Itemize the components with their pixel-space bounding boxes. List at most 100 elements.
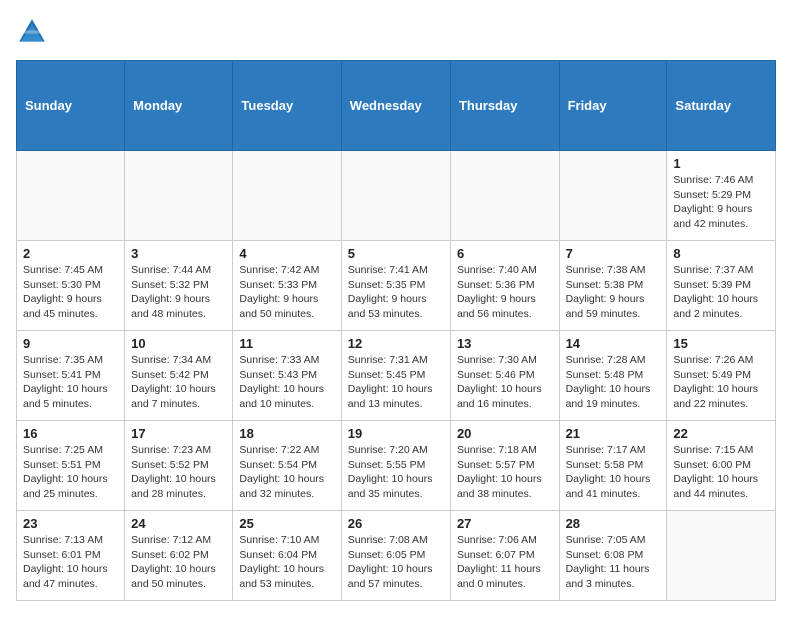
day-info: Sunrise: 7:35 AM Sunset: 5:41 PM Dayligh… xyxy=(23,353,118,412)
day-number: 23 xyxy=(23,516,118,531)
day-info: Sunrise: 7:05 AM Sunset: 6:08 PM Dayligh… xyxy=(566,533,661,592)
calendar-cell: 13 Sunrise: 7:30 AM Sunset: 5:46 PM Dayli… xyxy=(450,331,559,421)
calendar-cell: 12 Sunrise: 7:31 AM Sunset: 5:45 PM Dayli… xyxy=(341,331,450,421)
day-info: Sunrise: 7:28 AM Sunset: 5:48 PM Dayligh… xyxy=(566,353,661,412)
day-info: Sunrise: 7:20 AM Sunset: 5:55 PM Dayligh… xyxy=(348,443,444,502)
day-number: 26 xyxy=(348,516,444,531)
day-info: Sunrise: 7:42 AM Sunset: 5:33 PM Dayligh… xyxy=(239,263,334,322)
weekday-header: Thursday xyxy=(450,61,559,151)
calendar-cell: 26 Sunrise: 7:08 AM Sunset: 6:05 PM Dayli… xyxy=(341,511,450,601)
calendar-week-row: 9 Sunrise: 7:35 AM Sunset: 5:41 PM Daylig… xyxy=(17,331,776,421)
day-number: 20 xyxy=(457,426,553,441)
calendar-cell: 5 Sunrise: 7:41 AM Sunset: 5:35 PM Daylig… xyxy=(341,241,450,331)
calendar-cell: 15 Sunrise: 7:26 AM Sunset: 5:49 PM Dayli… xyxy=(667,331,776,421)
day-number: 9 xyxy=(23,336,118,351)
calendar-week-row: 2 Sunrise: 7:45 AM Sunset: 5:30 PM Daylig… xyxy=(17,241,776,331)
calendar-cell xyxy=(559,151,667,241)
calendar-cell: 11 Sunrise: 7:33 AM Sunset: 5:43 PM Dayli… xyxy=(233,331,341,421)
day-number: 12 xyxy=(348,336,444,351)
day-number: 5 xyxy=(348,246,444,261)
page-header xyxy=(16,16,776,48)
calendar-cell: 10Sunrise: 7:34 AM Sunset: 5:42 PM Dayli… xyxy=(125,331,233,421)
day-info: Sunrise: 7:26 AM Sunset: 5:49 PM Dayligh… xyxy=(673,353,769,412)
calendar-table: SundayMondayTuesdayWednesdayThursdayFrid… xyxy=(16,60,776,601)
day-info: Sunrise: 7:06 AM Sunset: 6:07 PM Dayligh… xyxy=(457,533,553,592)
day-number: 8 xyxy=(673,246,769,261)
calendar-cell: 24 Sunrise: 7:12 AM Sunset: 6:02 PM Dayli… xyxy=(125,511,233,601)
day-number: 7 xyxy=(566,246,661,261)
day-info: Sunrise: 7:10 AM Sunset: 6:04 PM Dayligh… xyxy=(239,533,334,592)
day-info: Sunrise: 7:46 AM Sunset: 5:29 PM Dayligh… xyxy=(673,173,769,232)
weekday-header: Friday xyxy=(559,61,667,151)
calendar-cell xyxy=(233,151,341,241)
logo-icon xyxy=(16,16,48,48)
weekday-header: Monday xyxy=(125,61,233,151)
day-number: 1 xyxy=(673,156,769,171)
day-number: 28 xyxy=(566,516,661,531)
calendar-week-row: 1 Sunrise: 7:46 AM Sunset: 5:29 PM Daylig… xyxy=(17,151,776,241)
calendar-cell xyxy=(17,151,125,241)
calendar-cell: 27 Sunrise: 7:06 AM Sunset: 6:07 PM Dayli… xyxy=(450,511,559,601)
calendar-cell: 14 Sunrise: 7:28 AM Sunset: 5:48 PM Dayli… xyxy=(559,331,667,421)
day-info: Sunrise: 7:38 AM Sunset: 5:38 PM Dayligh… xyxy=(566,263,661,322)
day-number: 18 xyxy=(239,426,334,441)
weekday-header: Saturday xyxy=(667,61,776,151)
calendar-cell: 3 Sunrise: 7:44 AM Sunset: 5:32 PM Daylig… xyxy=(125,241,233,331)
day-number: 2 xyxy=(23,246,118,261)
calendar-cell: 25 Sunrise: 7:10 AM Sunset: 6:04 PM Dayli… xyxy=(233,511,341,601)
day-info: Sunrise: 7:13 AM Sunset: 6:01 PM Dayligh… xyxy=(23,533,118,592)
calendar-cell xyxy=(450,151,559,241)
day-info: Sunrise: 7:15 AM Sunset: 6:00 PM Dayligh… xyxy=(673,443,769,502)
calendar-cell: 17 Sunrise: 7:23 AM Sunset: 5:52 PM Dayli… xyxy=(125,421,233,511)
day-number: 10 xyxy=(131,336,226,351)
day-number: 22 xyxy=(673,426,769,441)
day-number: 3 xyxy=(131,246,226,261)
day-info: Sunrise: 7:12 AM Sunset: 6:02 PM Dayligh… xyxy=(131,533,226,592)
day-number: 21 xyxy=(566,426,661,441)
calendar-cell xyxy=(341,151,450,241)
calendar-cell: 8 Sunrise: 7:37 AM Sunset: 5:39 PM Daylig… xyxy=(667,241,776,331)
day-number: 13 xyxy=(457,336,553,351)
day-info: Sunrise: 7:18 AM Sunset: 5:57 PM Dayligh… xyxy=(457,443,553,502)
calendar-week-row: 23 Sunrise: 7:13 AM Sunset: 6:01 PM Dayli… xyxy=(17,511,776,601)
day-number: 27 xyxy=(457,516,553,531)
day-number: 6 xyxy=(457,246,553,261)
calendar-cell: 6 Sunrise: 7:40 AM Sunset: 5:36 PM Daylig… xyxy=(450,241,559,331)
day-info: Sunrise: 7:17 AM Sunset: 5:58 PM Dayligh… xyxy=(566,443,661,502)
day-number: 16 xyxy=(23,426,118,441)
day-number: 4 xyxy=(239,246,334,261)
weekday-header: Tuesday xyxy=(233,61,341,151)
day-info: Sunrise: 7:23 AM Sunset: 5:52 PM Dayligh… xyxy=(131,443,226,502)
day-info: Sunrise: 7:31 AM Sunset: 5:45 PM Dayligh… xyxy=(348,353,444,412)
calendar-cell: 18 Sunrise: 7:22 AM Sunset: 5:54 PM Dayli… xyxy=(233,421,341,511)
day-info: Sunrise: 7:40 AM Sunset: 5:36 PM Dayligh… xyxy=(457,263,553,322)
day-number: 19 xyxy=(348,426,444,441)
day-info: Sunrise: 7:08 AM Sunset: 6:05 PM Dayligh… xyxy=(348,533,444,592)
calendar-cell: 23 Sunrise: 7:13 AM Sunset: 6:01 PM Dayli… xyxy=(17,511,125,601)
day-number: 15 xyxy=(673,336,769,351)
day-info: Sunrise: 7:33 AM Sunset: 5:43 PM Dayligh… xyxy=(239,353,334,412)
day-number: 14 xyxy=(566,336,661,351)
day-number: 17 xyxy=(131,426,226,441)
day-info: Sunrise: 7:25 AM Sunset: 5:51 PM Dayligh… xyxy=(23,443,118,502)
day-info: Sunrise: 7:41 AM Sunset: 5:35 PM Dayligh… xyxy=(348,263,444,322)
day-number: 24 xyxy=(131,516,226,531)
calendar-cell: 4 Sunrise: 7:42 AM Sunset: 5:33 PM Daylig… xyxy=(233,241,341,331)
calendar-cell: 7 Sunrise: 7:38 AM Sunset: 5:38 PM Daylig… xyxy=(559,241,667,331)
logo xyxy=(16,16,52,48)
day-info: Sunrise: 7:22 AM Sunset: 5:54 PM Dayligh… xyxy=(239,443,334,502)
calendar-cell: 20 Sunrise: 7:18 AM Sunset: 5:57 PM Dayli… xyxy=(450,421,559,511)
calendar-cell: 22 Sunrise: 7:15 AM Sunset: 6:00 PM Dayli… xyxy=(667,421,776,511)
day-info: Sunrise: 7:45 AM Sunset: 5:30 PM Dayligh… xyxy=(23,263,118,322)
day-info: Sunrise: 7:37 AM Sunset: 5:39 PM Dayligh… xyxy=(673,263,769,322)
day-number: 11 xyxy=(239,336,334,351)
weekday-header: Wednesday xyxy=(341,61,450,151)
day-number: 25 xyxy=(239,516,334,531)
calendar-cell: 1 Sunrise: 7:46 AM Sunset: 5:29 PM Daylig… xyxy=(667,151,776,241)
calendar-cell: 19 Sunrise: 7:20 AM Sunset: 5:55 PM Dayli… xyxy=(341,421,450,511)
calendar-cell xyxy=(667,511,776,601)
calendar-cell: 2 Sunrise: 7:45 AM Sunset: 5:30 PM Daylig… xyxy=(17,241,125,331)
day-info: Sunrise: 7:30 AM Sunset: 5:46 PM Dayligh… xyxy=(457,353,553,412)
weekday-header: Sunday xyxy=(17,61,125,151)
day-info: Sunrise: 7:44 AM Sunset: 5:32 PM Dayligh… xyxy=(131,263,226,322)
